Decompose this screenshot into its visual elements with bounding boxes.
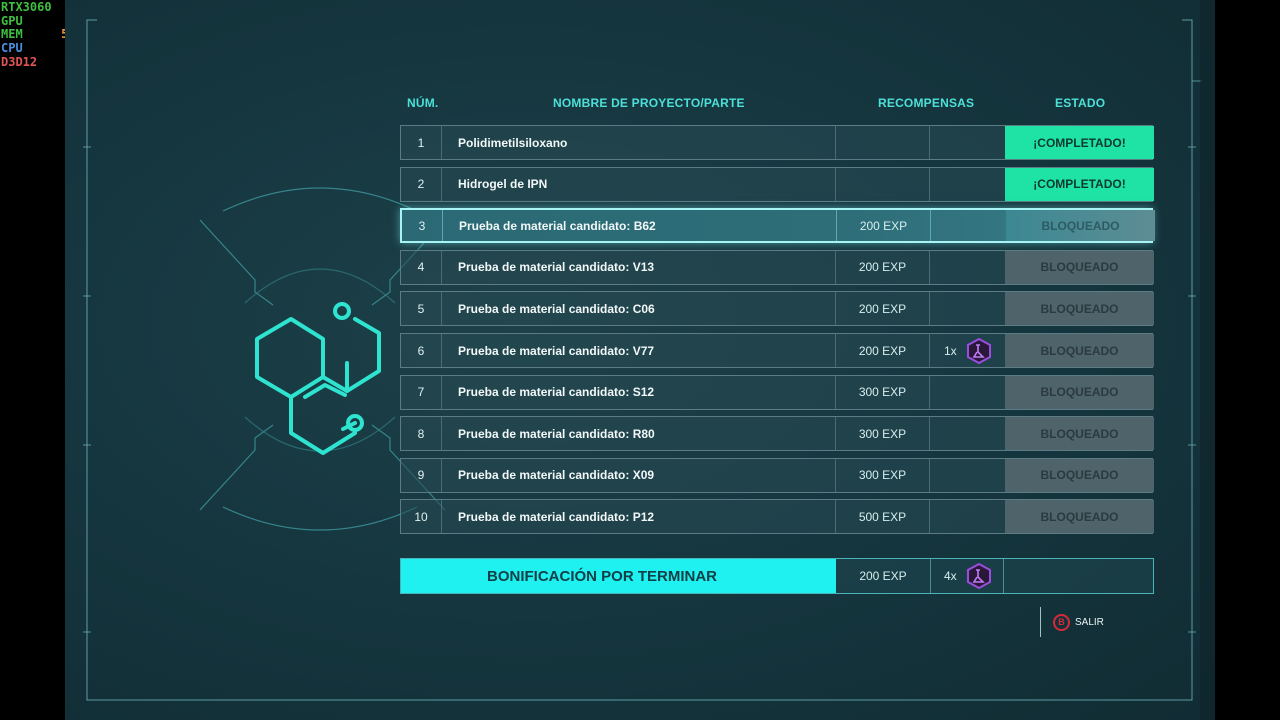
row-number: 9	[401, 458, 442, 492]
b-button-icon[interactable]: B	[1053, 613, 1070, 631]
row-exp-reward: 500 EXP	[836, 500, 930, 534]
completion-bonus-row: BONIFICACIÓN POR TERMINAR 200 EXP 4x	[400, 558, 1154, 594]
row-exp-reward: 200 EXP	[837, 210, 931, 242]
row-exp-reward: 300 EXP	[836, 458, 930, 492]
header-state: ESTADO	[1055, 96, 1106, 110]
project-row[interactable]: 1 Polidimetilsiloxano ¡COMPLETADO!	[400, 125, 1154, 160]
row-number: 4	[401, 250, 442, 284]
row-item-reward	[931, 210, 1006, 241]
row-state: BLOQUEADO	[1006, 210, 1155, 242]
row-state: BLOQUEADO	[1005, 417, 1154, 451]
overlay-label: CPU	[1, 41, 23, 56]
row-project-name: Prueba de material candidato: C06	[442, 292, 836, 326]
row-number: 2	[401, 167, 442, 201]
row-item-reward	[930, 292, 1005, 325]
project-row[interactable]: 9 Prueba de material candidato: X09 300 EX…	[400, 457, 1154, 493]
header-rewards: RECOMPENSAS	[878, 96, 975, 110]
row-number: 3	[402, 210, 443, 242]
row-number: 5	[401, 292, 442, 326]
row-state: BLOQUEADO	[1005, 292, 1154, 326]
research-token-icon	[966, 337, 991, 364]
exit-prompt[interactable]: B SALIR	[1040, 606, 1104, 638]
project-row[interactable]: 7 Prueba de material candidato: S12 300 EX…	[400, 374, 1154, 410]
row-exp-reward: 300 EXP	[836, 375, 930, 409]
bonus-item-count: 4x	[944, 569, 957, 583]
overlay-label: GPU	[1, 13, 23, 28]
row-item-reward	[930, 417, 1005, 450]
header-num: NÚM.	[407, 96, 439, 110]
header-name: NOMBRE DE PROYECTO/PARTE	[553, 96, 745, 110]
row-item-reward	[930, 251, 1005, 284]
project-row[interactable]: 2 Hidrogel de IPN ¡COMPLETADO!	[400, 166, 1154, 202]
row-project-name: Polidimetilsiloxano	[442, 126, 836, 159]
row-project-name: Prueba de material candidato: S12	[442, 375, 836, 409]
project-row[interactable]: 10 Prueba de material candidato: P12 500 E…	[400, 499, 1154, 535]
row-item-reward	[930, 500, 1005, 533]
row-item-reward	[930, 126, 1005, 159]
row-number: 10	[401, 500, 442, 534]
row-state: BLOQUEADO	[1005, 250, 1154, 284]
row-exp-reward: 200 EXP	[836, 292, 930, 326]
row-state: ¡COMPLETADO!	[1005, 126, 1154, 159]
project-row[interactable]: 5 Prueba de material candidato: C06 200 EX…	[400, 291, 1154, 327]
overlay-label: MEM	[1, 27, 23, 42]
project-row[interactable]: 8 Prueba de material candidato: R80 300 EX…	[400, 416, 1154, 452]
row-number: 7	[401, 375, 442, 409]
row-exp-reward: 300 EXP	[836, 417, 930, 451]
row-project-name: Prueba de material candidato: P12	[442, 500, 836, 534]
row-item-reward	[930, 376, 1005, 409]
row-item-reward	[930, 168, 1005, 201]
row-item-count: 1x	[944, 343, 957, 358]
row-item-reward: 1x	[930, 334, 1005, 367]
row-state: BLOQUEADO	[1005, 458, 1154, 492]
bonus-exp: 200 EXP	[836, 559, 931, 593]
row-project-name: Prueba de material candidato: R80	[442, 417, 836, 451]
exit-separator	[1040, 607, 1041, 637]
row-number: 8	[401, 417, 442, 451]
exit-label: SALIR	[1075, 616, 1104, 628]
project-row[interactable]: 4 Prueba de material candidato: V13 200 EX…	[400, 249, 1154, 285]
row-exp-reward	[836, 167, 930, 201]
project-row[interactable]: 6 Prueba de material candidato: V77 200 EX…	[400, 333, 1154, 368]
row-exp-reward	[836, 126, 930, 159]
row-project-name: Prueba de material candidato: X09	[442, 458, 836, 492]
row-project-name: Hidrogel de IPN	[442, 167, 836, 201]
row-state: BLOQUEADO	[1005, 334, 1154, 367]
row-number: 6	[401, 334, 442, 367]
research-token-icon	[966, 563, 991, 589]
row-state: BLOQUEADO	[1005, 500, 1154, 534]
row-state: ¡COMPLETADO!	[1005, 167, 1154, 201]
row-exp-reward: 200 EXP	[836, 250, 930, 284]
overlay-label: D3D12	[1, 54, 38, 69]
row-state: BLOQUEADO	[1005, 375, 1154, 409]
bonus-label: BONIFICACIÓN POR TERMINAR	[401, 559, 836, 593]
row-project-name: Prueba de material candidato: V13	[442, 250, 836, 284]
overlay-label: RTX3060	[1, 0, 52, 14]
bonus-item: 4x	[931, 559, 1004, 593]
project-row[interactable]: 3 Prueba de material candidato: B62 200 EX…	[400, 208, 1155, 244]
row-number: 1	[401, 126, 442, 159]
row-project-name: Prueba de material candidato: V77	[442, 334, 836, 367]
row-item-reward	[930, 459, 1005, 492]
row-exp-reward: 200 EXP	[836, 334, 930, 367]
row-project-name: Prueba de material candidato: B62	[443, 210, 837, 242]
